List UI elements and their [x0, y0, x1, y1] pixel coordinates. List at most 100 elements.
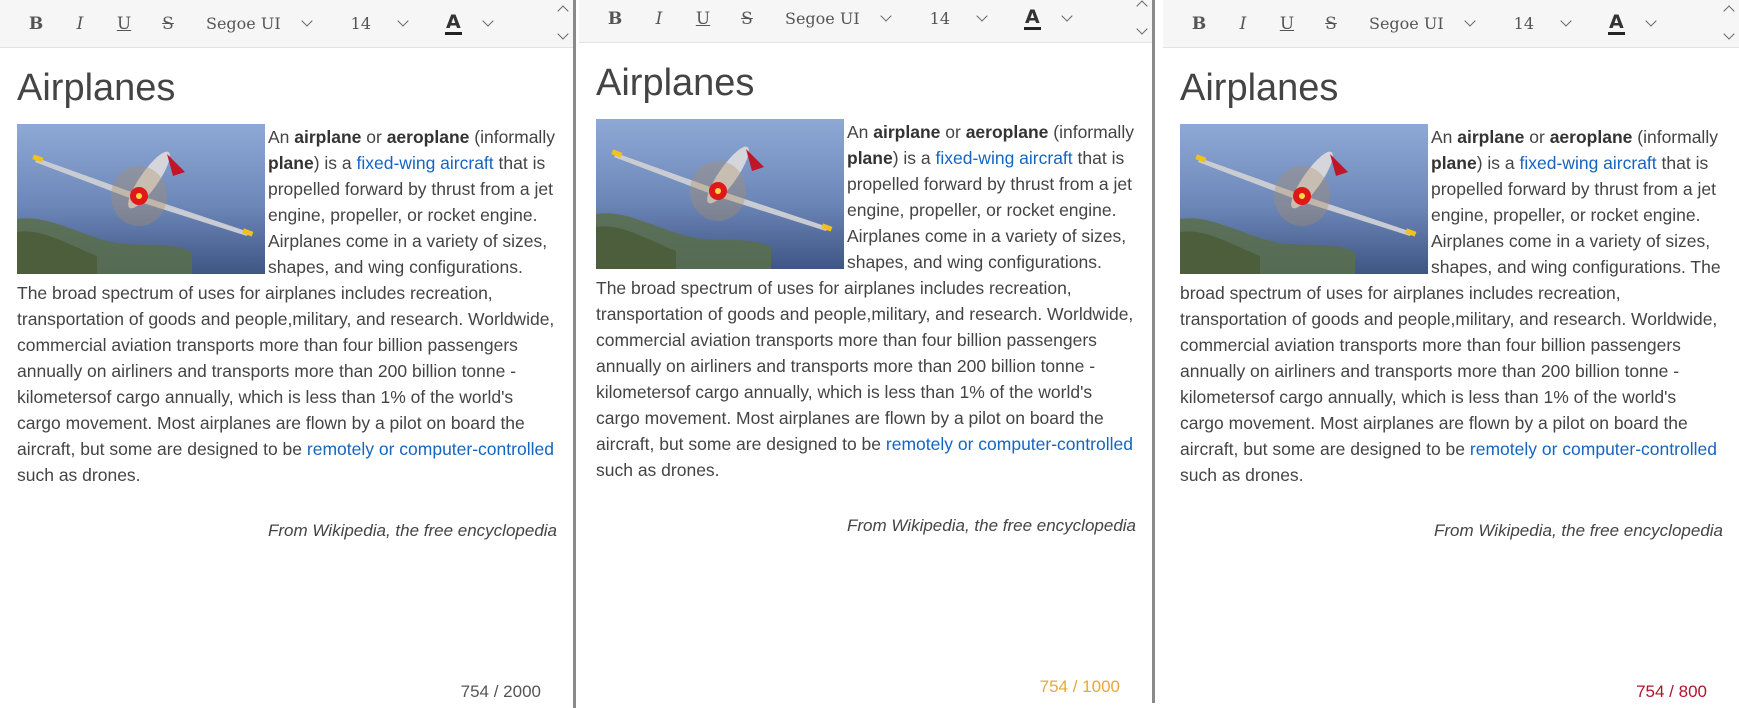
chevron-down-icon [397, 15, 409, 27]
text: (informally [1632, 127, 1718, 147]
text: (informally [1048, 122, 1134, 142]
underline-button[interactable]: U [102, 14, 146, 34]
text: ) is a [1476, 153, 1520, 173]
bold-term: aeroplane [386, 127, 470, 147]
remote-controlled-link[interactable]: remotely or computer-controlled [1470, 439, 1717, 459]
spinner-tip [715, 188, 721, 194]
editor-content[interactable]: Airplanes An airplane or aeroplane (info… [1163, 48, 1739, 544]
formatting-toolbar: B I U S Segoe UI 14 A [579, 0, 1152, 43]
editor-content[interactable]: Airplanes An airplane or aeroplane (info… [0, 48, 573, 544]
formatting-toolbar: B I U S Segoe UI 14 A [0, 0, 573, 48]
font-family-value: Segoe UI [785, 9, 860, 28]
font-size-select[interactable]: 14 [890, 9, 988, 28]
font-color-icon: A [445, 11, 462, 35]
article-title: Airplanes [17, 67, 176, 109]
source-attribution: From Wikipedia, the free encyclopedia [268, 521, 557, 540]
character-counter: 754 / 800 [1636, 682, 1707, 701]
underline-button[interactable]: U [681, 9, 725, 29]
text: An [1431, 127, 1458, 147]
bold-term: airplane [1457, 127, 1525, 147]
character-counter: 754 / 1000 [1039, 677, 1120, 696]
italic-button[interactable]: I [637, 9, 681, 29]
font-color-button[interactable]: A [445, 11, 494, 35]
text: ) is a [892, 148, 936, 168]
spinner-tip [1299, 193, 1305, 199]
chevron-up-icon[interactable] [1136, 0, 1148, 12]
editor-body: B I U S Segoe UI 14 A Airplanes An airpl… [1163, 0, 1739, 544]
font-size-value: 14 [929, 9, 951, 28]
text: such as drones. [17, 465, 141, 485]
chevron-down-icon [1645, 15, 1657, 27]
fixed-wing-aircraft-link[interactable]: fixed-wing aircraft [357, 153, 494, 173]
text: or [361, 127, 387, 147]
bold-term: plane [268, 153, 314, 173]
editor-800-limit: B I U S Segoe UI 14 A Airplanes An airpl… [1163, 0, 1739, 708]
font-family-select[interactable]: Segoe UI [769, 9, 892, 28]
strikethrough-button[interactable]: S [146, 14, 190, 34]
font-color-icon: A [1608, 11, 1625, 35]
airplane-photo [596, 119, 844, 269]
toolbar-scroll[interactable] [557, 2, 569, 46]
text: or [1524, 127, 1550, 147]
editor-content[interactable]: Airplanes An airplane or aeroplane (info… [579, 43, 1152, 539]
font-color-icon: A [1024, 6, 1041, 30]
text: such as drones. [596, 460, 720, 480]
bold-button[interactable]: B [593, 9, 637, 29]
font-size-value: 14 [1513, 14, 1535, 33]
font-size-select[interactable]: 14 [311, 14, 409, 33]
font-family-select[interactable]: Segoe UI [1353, 14, 1476, 33]
fixed-wing-aircraft-link[interactable]: fixed-wing aircraft [936, 148, 1073, 168]
bold-term: airplane [873, 122, 941, 142]
strikethrough-button[interactable]: S [725, 9, 769, 29]
editor-body: B I U S Segoe UI 14 A Airplanes An airpl… [0, 0, 573, 544]
chevron-down-icon[interactable] [557, 28, 569, 40]
font-color-button[interactable]: A [1608, 11, 1657, 35]
toolbar-scroll[interactable] [1136, 0, 1148, 41]
font-family-select[interactable]: Segoe UI [190, 14, 313, 33]
bold-button[interactable]: B [1177, 14, 1221, 34]
airplane-photo [17, 124, 265, 274]
font-size-value: 14 [350, 14, 372, 33]
character-counter: 754 / 2000 [460, 682, 541, 701]
bold-term: plane [1431, 153, 1477, 173]
editor-1000-limit: B I U S Segoe UI 14 A Airplanes An airpl… [579, 0, 1155, 703]
font-family-value: Segoe UI [206, 14, 281, 33]
font-size-select[interactable]: 14 [1474, 14, 1572, 33]
airplane-photo [1180, 124, 1428, 274]
fixed-wing-aircraft-link[interactable]: fixed-wing aircraft [1520, 153, 1657, 173]
chevron-down-icon[interactable] [1136, 23, 1148, 35]
text: An [268, 127, 295, 147]
text: An [847, 122, 874, 142]
text: (informally [469, 127, 555, 147]
toolbar-scroll[interactable] [1723, 2, 1735, 46]
chevron-down-icon [1560, 15, 1572, 27]
chevron-down-icon[interactable] [1723, 28, 1735, 40]
strikethrough-button[interactable]: S [1309, 14, 1353, 34]
bold-button[interactable]: B [14, 14, 58, 34]
bold-term: airplane [294, 127, 362, 147]
article-title: Airplanes [596, 62, 755, 104]
font-color-button[interactable]: A [1024, 6, 1073, 30]
bold-term: aeroplane [965, 122, 1049, 142]
chevron-down-icon [1061, 10, 1073, 22]
remote-controlled-link[interactable]: remotely or computer-controlled [886, 434, 1133, 454]
remote-controlled-link[interactable]: remotely or computer-controlled [307, 439, 554, 459]
italic-button[interactable]: I [58, 14, 102, 34]
font-family-value: Segoe UI [1369, 14, 1444, 33]
chevron-up-icon[interactable] [557, 5, 569, 17]
chevron-down-icon [976, 10, 988, 22]
italic-button[interactable]: I [1221, 14, 1265, 34]
text: such as drones. [1180, 465, 1304, 485]
formatting-toolbar: B I U S Segoe UI 14 A [1163, 0, 1739, 48]
source-attribution: From Wikipedia, the free encyclopedia [847, 516, 1136, 535]
editor-2000-limit: B I U S Segoe UI 14 A Airplanes An airpl… [0, 0, 576, 708]
chevron-up-icon[interactable] [1723, 5, 1735, 17]
chevron-down-icon [482, 15, 494, 27]
text: ) is a [313, 153, 357, 173]
text: or [940, 122, 966, 142]
source-attribution: From Wikipedia, the free encyclopedia [1434, 521, 1723, 540]
underline-button[interactable]: U [1265, 14, 1309, 34]
editor-body: B I U S Segoe UI 14 A Airplanes An airpl… [579, 0, 1152, 539]
bold-term: plane [847, 148, 893, 168]
spinner-tip [136, 193, 142, 199]
